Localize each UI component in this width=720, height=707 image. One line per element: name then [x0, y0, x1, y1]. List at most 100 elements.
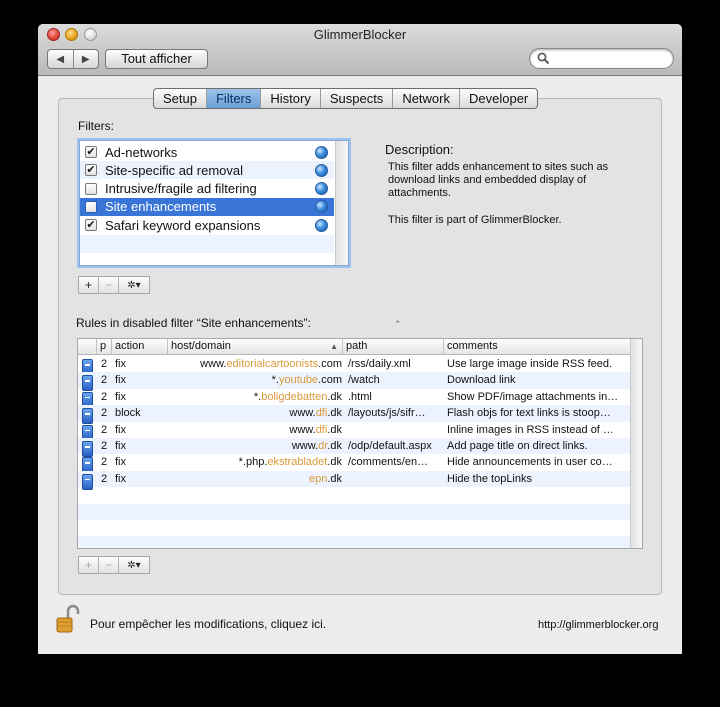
search-input[interactable] — [552, 51, 667, 66]
search-field[interactable] — [529, 48, 674, 69]
sort-ascending-icon: ▲ — [330, 342, 338, 351]
column-header-host[interactable]: host/domain ▲ — [168, 339, 343, 354]
rule-host: www.editorialcartoonists.com — [168, 356, 342, 372]
rule-comment: Download link — [447, 374, 516, 387]
tab-filters[interactable]: Filters — [206, 89, 262, 108]
column-header-blank[interactable] — [78, 339, 97, 354]
lock-icon[interactable] — [56, 604, 80, 634]
filter-row[interactable]: ✔ Ad-networks — [80, 143, 334, 161]
rule-host: *.php.ekstrabladet.dk — [168, 454, 342, 470]
rule-row[interactable]: 2 fix www.editorialcartoonists.com/rss/dai… — [78, 356, 630, 375]
filter-checkbox[interactable]: ✔ — [85, 219, 97, 232]
rules-table[interactable]: p action host/domain ▲ path comments 2 fi… — [77, 338, 643, 549]
rule-host: www.dr.dk — [168, 438, 342, 454]
rule-path: /watch — [348, 374, 380, 387]
filter-row[interactable]: Site enhancements — [80, 197, 334, 216]
empty-row — [78, 536, 630, 548]
rule-path: /layouts/js/sifr… — [348, 407, 426, 420]
filters-button-bar: + − ✲▾ — [78, 276, 150, 294]
filter-action-menu-button[interactable]: ✲▾ — [119, 277, 149, 293]
rule-action: fix — [115, 472, 126, 485]
rule-host: *.youtube.com — [168, 372, 342, 388]
rule-action: fix — [115, 374, 126, 387]
host-domain: epn — [308, 472, 328, 485]
description-text: This filter adds enhancement to sites su… — [388, 161, 609, 199]
rule-path: /rss/daily.xml — [348, 358, 411, 370]
rule-comment: Show PDF/image attachments in… — [447, 390, 619, 403]
column-header-action[interactable]: action — [112, 339, 168, 354]
filters-scrollbar[interactable] — [335, 141, 348, 265]
rule-row[interactable]: 2 fix *.php.ekstrabladet.dk/comments/en… Hi… — [78, 454, 630, 474]
rule-path: /odp/default.aspx — [348, 440, 432, 452]
filter-checkbox[interactable]: ✔ — [85, 146, 97, 158]
tab-bar: Setup Filters History Suspects Network Develo… — [153, 88, 539, 109]
empty-row — [78, 520, 630, 536]
preferences-window: GlimmerBlocker ◀ ▶ Tout afficher Setup Fi… — [38, 24, 682, 654]
remove-rule-button[interactable]: − — [99, 557, 119, 573]
tab-network[interactable]: Network — [393, 89, 460, 108]
rules-table-header: p action host/domain ▲ path comments — [78, 339, 630, 355]
rule-priority: 2 — [101, 407, 108, 420]
add-filter-button[interactable]: + — [79, 277, 99, 293]
tab-developer[interactable]: Developer — [460, 89, 537, 108]
rules-label: Rules in disabled filter “Site enhanceme… — [76, 316, 311, 330]
description-title: Description: — [385, 142, 454, 157]
filter-name: Intrusive/fragile ad filtering — [105, 181, 257, 197]
host-suffix: .dk — [327, 390, 342, 403]
host-domain: editorialcartoonists — [226, 358, 319, 370]
tab-setup[interactable]: Setup — [154, 89, 207, 108]
rule-row[interactable]: 2 block www.dfi.dk/layouts/js/sifr… Flash o… — [78, 405, 630, 425]
column-header-path[interactable]: path — [343, 339, 444, 354]
rule-host: *.boligdebatten.dk — [168, 389, 342, 405]
column-header-comments[interactable]: comments — [444, 339, 630, 354]
rule-path — [348, 422, 442, 438]
host-domain: youtube — [279, 374, 319, 387]
rule-priority: 2 — [101, 374, 108, 387]
globe-icon — [315, 218, 328, 232]
host-suffix: .dk — [327, 472, 342, 485]
filter-row[interactable]: Intrusive/fragile ad filtering — [80, 180, 334, 198]
rule-action: fix — [115, 358, 126, 370]
rule-row[interactable]: 2 fix www.dr.dk/odp/default.aspx Add page t… — [78, 438, 630, 457]
tab-suspects[interactable]: Suspects — [321, 89, 394, 108]
rule-host: epn.dk — [168, 471, 342, 487]
rule-comment: Inline images in RSS instead of … — [447, 423, 614, 436]
add-rule-button[interactable]: + — [79, 557, 99, 573]
rule-host: www.dfi.dk — [168, 405, 342, 421]
rule-comment: Hide the topLinks — [447, 472, 532, 485]
rule-row[interactable]: 2 fix *.boligdebatten.dk .html Show PDF/imag… — [78, 389, 630, 408]
rule-priority: 2 — [101, 456, 108, 469]
filter-row[interactable]: ✔ Site-specific ad removal — [80, 161, 334, 180]
rule-row[interactable]: 2 fix *.youtube.com/watch Download link — [78, 372, 630, 392]
filter-checkbox[interactable] — [85, 200, 97, 213]
forward-button[interactable]: ▶ — [74, 50, 99, 68]
rule-priority: 2 — [101, 358, 108, 370]
host-domain: boligdebatten — [261, 390, 328, 403]
rule-action: block — [115, 407, 141, 420]
host-prefix: www. — [200, 358, 227, 370]
remove-filter-button[interactable]: − — [99, 277, 119, 293]
filter-row[interactable]: ✔ Safari keyword expansions — [80, 216, 334, 234]
show-all-button[interactable]: Tout afficher — [105, 49, 208, 69]
rule-row[interactable]: 2 fix epn.dk Hide the topLinks — [78, 470, 630, 490]
rules-scrollbar[interactable] — [630, 339, 642, 548]
column-header-p[interactable]: p — [97, 339, 112, 354]
rule-row[interactable]: 2 fix www.dfi.dk Inline images in RSS inste… — [78, 422, 630, 441]
filters-label: Filters: — [78, 119, 114, 133]
lock-message[interactable]: Pour empêcher les modifications, cliquez… — [90, 617, 326, 631]
rule-comment: Flash objs for text links is stoop… — [447, 407, 611, 420]
rule-action-menu-button[interactable]: ✲▾ — [119, 557, 149, 573]
filter-checkbox[interactable]: ✔ — [85, 164, 97, 177]
tab-history[interactable]: History — [261, 89, 321, 108]
host-suffix: .com — [318, 358, 342, 370]
website-url[interactable]: http://glimmerblocker.org — [538, 619, 658, 631]
filter-checkbox[interactable] — [85, 182, 97, 195]
back-button[interactable]: ◀ — [48, 50, 74, 68]
search-icon — [537, 52, 550, 65]
host-prefix: www. — [289, 407, 316, 420]
filters-list[interactable]: ✔ Safari keyword expansions Site enhanceme… — [79, 140, 349, 266]
globe-icon — [315, 145, 328, 159]
splitter-handle[interactable]: ⌃ — [394, 319, 402, 330]
rule-priority: 2 — [101, 390, 108, 403]
host-domain: dr — [318, 440, 328, 452]
